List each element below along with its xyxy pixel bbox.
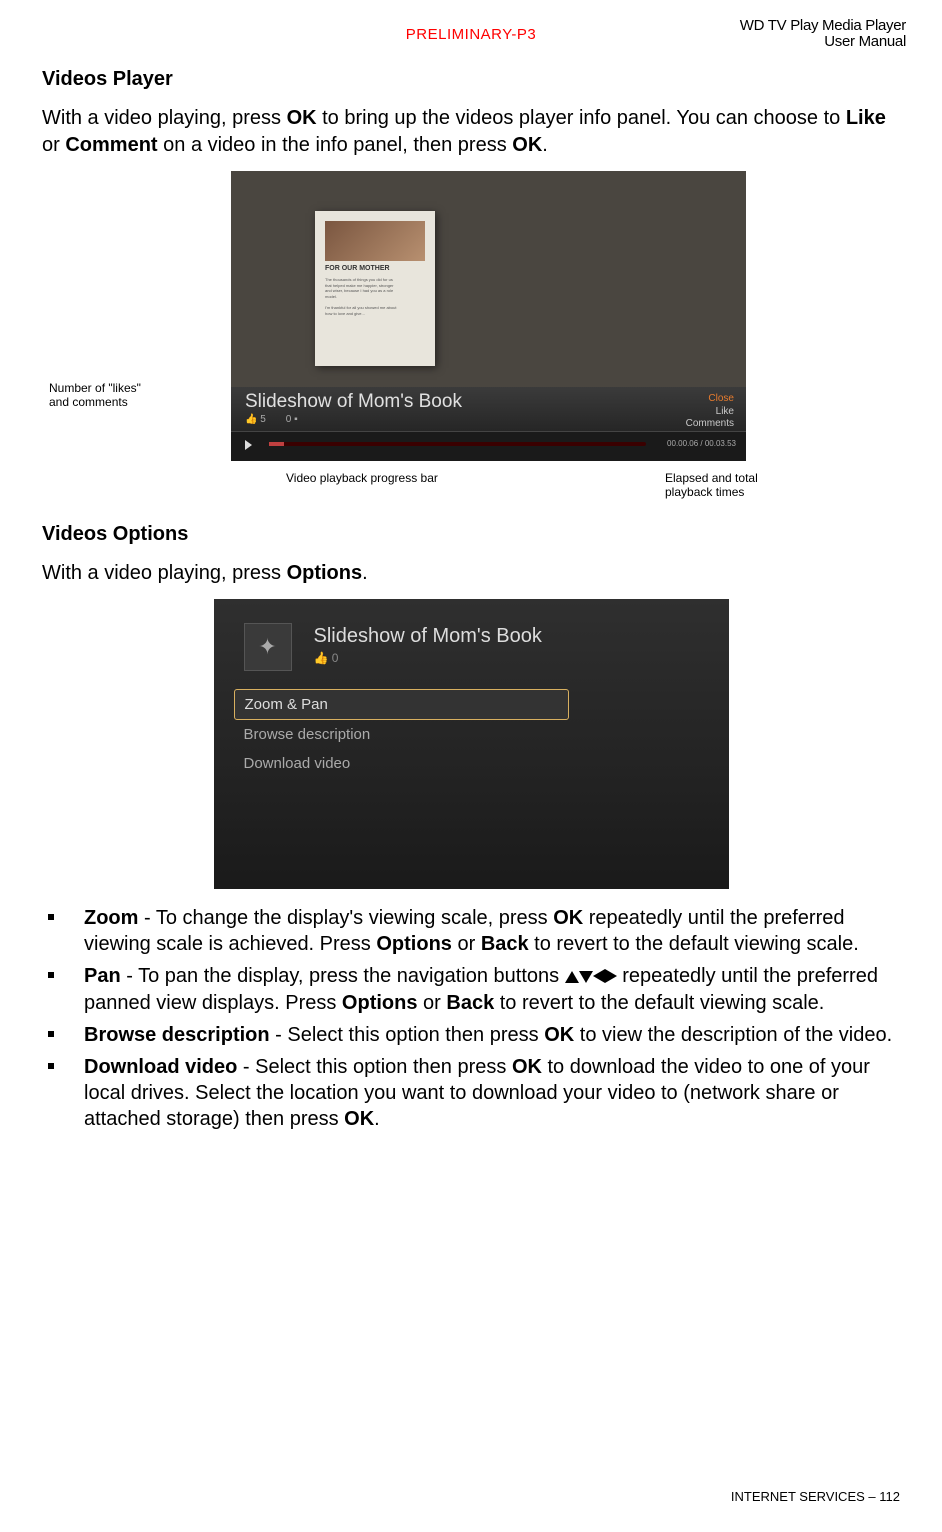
text: With a video playing, press <box>42 562 287 584</box>
figure1-caption-progress: Video playback progress bar <box>286 471 438 485</box>
bullet-download-video: Download video - Select this option then… <box>42 1054 900 1132</box>
figure1-caption-likes: Number of "likes" and comments <box>49 381 159 410</box>
figure1-counts: 👍 5 0 ▪ <box>245 414 298 425</box>
figure1-progress-bar-area: 00.00.06 / 00.03.53 <box>231 431 746 461</box>
text: - Select this option then press <box>270 1024 545 1046</box>
figure1-close-label: Close <box>708 393 734 404</box>
preliminary-stamp: PRELIMINARY-P3 <box>406 26 536 43</box>
bullet-title: Pan <box>84 965 121 987</box>
figure1-info-strip: Slideshow of Mom's Book 👍 5 0 ▪ Close Li… <box>231 387 746 431</box>
text: With a video playing, press <box>42 107 287 129</box>
bullet-browse-description: Browse description - Select this option … <box>42 1022 900 1048</box>
footer-sep: – <box>865 1489 879 1504</box>
text: . <box>374 1108 380 1130</box>
bold-like: Like <box>846 107 886 129</box>
figure1-time: 00.00.06 / 00.03.53 <box>667 439 736 448</box>
bullet-zoom: Zoom - To change the display's viewing s… <box>42 905 900 957</box>
footer-page-number: 112 <box>879 1489 900 1504</box>
play-icon <box>245 440 252 450</box>
figure1-wrapper: Number of "likes" and comments FOR OUR M… <box>121 171 821 511</box>
doc-title-line1: WD TV Play Media Player <box>740 18 906 34</box>
footer-section: INTERNET SERVICES <box>731 1489 865 1504</box>
section2-paragraph: With a video playing, press Options. <box>42 560 900 587</box>
bullet-title: Download video <box>84 1056 237 1078</box>
bold: OK <box>544 1024 574 1046</box>
text: on a video in the info panel, then press <box>158 134 513 156</box>
bold: OK <box>512 1056 542 1078</box>
bold: Options <box>342 992 418 1014</box>
figure2-count: 👍 0 <box>314 651 339 665</box>
text: to revert to the default viewing scale. <box>529 933 859 955</box>
section2-heading: Videos Options <box>42 523 900 546</box>
page-footer: INTERNET SERVICES – 112 <box>731 1489 900 1504</box>
figure2-thumbnail: ✦ <box>244 623 292 671</box>
figure1-video-area: FOR OUR MOTHER The thousands of things y… <box>231 171 746 387</box>
text: - Select this option then press <box>237 1056 512 1078</box>
figure2-options-list: Zoom & Pan Browse description Download v… <box>234 689 569 778</box>
figure1-comments-label: Comments <box>686 418 734 429</box>
bullet-pan: Pan - To pan the display, press the navi… <box>42 963 900 1016</box>
comment-icon: ▪ <box>294 414 298 425</box>
text: . <box>542 134 548 156</box>
bold: OK <box>344 1108 374 1130</box>
bold-ok: OK <box>287 107 317 129</box>
figure2-option-download: Download video <box>234 749 569 778</box>
text: - To pan the display, press the navigati… <box>121 965 565 987</box>
thumbnail-icon: ✦ <box>258 634 276 660</box>
figure1-card-photo <box>325 221 425 261</box>
figure1-screenshot: FOR OUR MOTHER The thousands of things y… <box>231 171 746 461</box>
figure1-caption-time: Elapsed and total playback times <box>665 471 795 500</box>
bold: Options <box>376 933 452 955</box>
figure1-like-label: Like <box>716 406 734 417</box>
arrow-left-icon <box>593 969 605 983</box>
text: - To change the display's viewing scale,… <box>138 907 553 929</box>
figure1-slide-card: FOR OUR MOTHER The thousands of things y… <box>315 211 435 366</box>
bold: Back <box>481 933 529 955</box>
thumb-up-icon: 👍 <box>245 414 257 425</box>
section1-heading: Videos Player <box>42 68 900 91</box>
bold-options: Options <box>287 562 363 584</box>
bold-ok: OK <box>512 134 542 156</box>
bullet-title: Zoom <box>84 907 138 929</box>
doc-title: WD TV Play Media Player User Manual <box>740 18 906 50</box>
figure2-option-browse: Browse description <box>234 720 569 749</box>
text: to view the description of the video. <box>574 1024 892 1046</box>
figure1-card-text: The thousands of things you did for usth… <box>325 277 425 316</box>
figure2-screenshot: ✦ Slideshow of Mom's Book 👍 0 Zoom & Pan… <box>214 599 729 889</box>
bold: Back <box>446 992 494 1014</box>
bullet-title: Browse description <box>84 1024 270 1046</box>
navigation-arrows-icon <box>565 964 617 990</box>
bold-comment: Comment <box>65 134 157 156</box>
text: or <box>417 992 446 1014</box>
figure2-title: Slideshow of Mom's Book <box>314 625 542 648</box>
arrow-right-icon <box>605 969 617 983</box>
likes-count: 0 <box>332 651 339 665</box>
text: to revert to the default viewing scale. <box>494 992 824 1014</box>
figure2-option-zoom-pan: Zoom & Pan <box>234 689 569 720</box>
section1-paragraph: With a video playing, press OK to bring … <box>42 105 900 159</box>
likes-count: 5 <box>260 414 266 425</box>
progress-bar-fill <box>269 442 284 446</box>
text: or <box>42 134 65 156</box>
bullet-list: Zoom - To change the display's viewing s… <box>42 905 900 1132</box>
progress-bar-track <box>269 442 646 446</box>
text: or <box>452 933 481 955</box>
text: . <box>362 562 368 584</box>
figure1-video-title: Slideshow of Mom's Book <box>245 391 462 413</box>
bold: OK <box>553 907 583 929</box>
arrow-down-icon <box>579 971 593 983</box>
comments-count: 0 <box>286 414 292 425</box>
text: to bring up the videos player info panel… <box>317 107 846 129</box>
doc-title-line2: User Manual <box>740 34 906 50</box>
arrow-up-icon <box>565 971 579 983</box>
figure1-card-title: FOR OUR MOTHER <box>325 265 390 272</box>
